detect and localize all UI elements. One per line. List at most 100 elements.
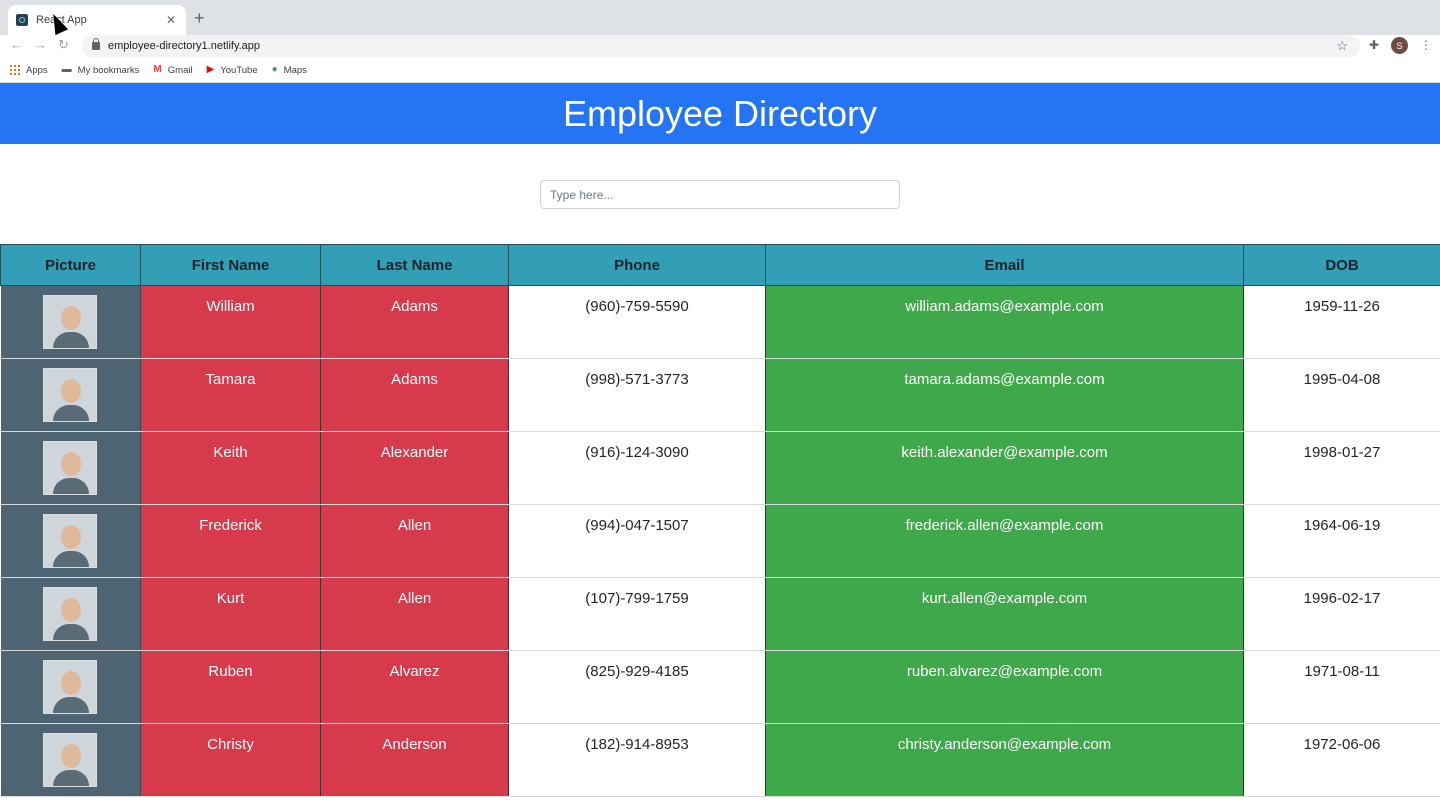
bookmark-star-icon[interactable]: ☆ (1336, 38, 1348, 54)
table-row: Keith Alexander (916)-124-3090 keith.alexan… (0, 431, 1440, 505)
phone-cell: (916)-124-3090 (508, 431, 766, 505)
phone-cell: (182)-914-8953 (508, 723, 766, 797)
new-tab-icon[interactable]: + (194, 8, 205, 28)
url-text: employee-directory1.netlify.app (108, 40, 261, 52)
phone-cell: (825)-929-4185 (508, 650, 766, 724)
employee-photo (0, 358, 141, 432)
gmail-icon: M (153, 64, 162, 75)
table-row: Frederick Allen (994)-047-1507 frederick.al… (0, 504, 1440, 578)
first-name-cell: Keith (140, 431, 321, 505)
last-name-cell: Adams (320, 358, 509, 432)
address-bar[interactable]: employee-directory1.netlify.app ☆ (82, 35, 1360, 57)
last-name-cell: Allen (320, 577, 509, 651)
avatar (43, 441, 98, 495)
employee-photo (0, 504, 141, 578)
last-name-cell: Anderson (320, 723, 509, 797)
email-cell: tamara.adams@example.com (765, 358, 1244, 432)
first-name-cell: Kurt (140, 577, 321, 651)
table-body: William Adams (960)-759-5590 william.adams@… (0, 285, 1440, 797)
bookmark-label: Maps (283, 64, 307, 76)
maps-icon: ● (271, 64, 278, 75)
table-header-row: Picture First Name Last Name Phone Email… (0, 244, 1440, 286)
dob-cell: 1972-06-06 (1243, 723, 1440, 797)
email-cell: frederick.allen@example.com (765, 504, 1244, 578)
folder-icon: ▬ (61, 64, 72, 75)
employee-photo (0, 285, 141, 359)
bookmark-label: YouTube (220, 64, 258, 76)
phone-cell: (960)-759-5590 (508, 285, 766, 359)
profile-avatar[interactable]: S (1391, 37, 1408, 54)
avatar (43, 295, 98, 349)
email-cell: christy.anderson@example.com (765, 723, 1244, 797)
search-input[interactable] (540, 180, 900, 209)
extensions-icon[interactable]: ✚ (1369, 38, 1379, 52)
bookmark-apps[interactable]: Apps (10, 65, 48, 76)
table-row: Kurt Allen (107)-799-1759 kurt.allen@exampl… (0, 577, 1440, 651)
dob-cell: 1964-06-19 (1243, 504, 1440, 578)
back-icon[interactable]: ← (10, 37, 23, 52)
first-name-cell: William (140, 285, 321, 359)
browser-toolbar: ← → ↻ employee-directory1.netlify.app ☆ (0, 35, 1440, 57)
bookmark-maps[interactable]: ● Maps (272, 65, 307, 76)
first-name-cell: Ruben (140, 650, 321, 724)
table-row: Ruben Alvarez (825)-929-4185 ruben.alvarez@… (0, 650, 1440, 724)
employee-photo (0, 577, 141, 651)
last-name-cell: Adams (320, 285, 509, 359)
email-cell: william.adams@example.com (765, 285, 1244, 359)
browser-tabstrip: React App ✕ + (0, 0, 1440, 36)
bookmarks-bar: Apps ▬ My bookmarks M Gmail ▶ YouTube ● … (0, 58, 1440, 83)
bookmark-my-bookmarks[interactable]: ▬ My bookmarks (62, 65, 140, 76)
avatar (43, 368, 98, 422)
avatar (43, 733, 98, 787)
column-header-email[interactable]: Email (765, 244, 1244, 286)
forward-icon[interactable]: → (34, 37, 47, 52)
bookmark-label: Gmail (167, 64, 193, 76)
table-row: William Adams (960)-759-5590 william.adams@… (0, 285, 1440, 359)
dob-cell: 1959-11-26 (1243, 285, 1440, 359)
browser-tab[interactable]: React App ✕ (8, 5, 186, 35)
bookmark-gmail[interactable]: M Gmail (153, 65, 192, 76)
phone-cell: (998)-571-3773 (508, 358, 766, 432)
dob-cell: 1971-08-11 (1243, 650, 1440, 724)
table-row: Christy Anderson (182)-914-8953 christy.and… (0, 723, 1440, 797)
column-header-picture[interactable]: Picture (0, 244, 141, 286)
bookmark-label: My bookmarks (77, 64, 140, 76)
first-name-cell: Christy (140, 723, 321, 797)
column-header-dob[interactable]: DOB (1243, 244, 1440, 286)
column-header-phone[interactable]: Phone (508, 244, 766, 286)
employee-photo (0, 723, 141, 797)
browser-menu-icon[interactable]: ⋮ (1420, 38, 1432, 52)
column-header-last-name[interactable]: Last Name (320, 244, 509, 286)
employee-table: Picture First Name Last Name Phone Email… (0, 244, 1440, 797)
dob-cell: 1995-04-08 (1243, 358, 1440, 432)
table-row: Tamara Adams (998)-571-3773 tamara.adams@ex… (0, 358, 1440, 432)
lock-icon (92, 38, 100, 50)
page-header: Employee Directory (0, 83, 1440, 144)
employee-photo (0, 650, 141, 724)
first-name-cell: Tamara (140, 358, 321, 432)
avatar (43, 587, 98, 641)
email-cell: kurt.allen@example.com (765, 577, 1244, 651)
bookmark-youtube[interactable]: ▶ YouTube (207, 65, 258, 76)
bookmark-label: Apps (26, 64, 48, 76)
phone-cell: (994)-047-1507 (508, 504, 766, 578)
apps-grid-icon (10, 65, 20, 75)
last-name-cell: Allen (320, 504, 509, 578)
dob-cell: 1998-01-27 (1243, 431, 1440, 505)
last-name-cell: Alvarez (320, 650, 509, 724)
page-title: Employee Directory (562, 92, 878, 134)
last-name-cell: Alexander (320, 431, 509, 505)
avatar (43, 514, 98, 568)
employee-photo (0, 431, 141, 505)
close-tab-icon[interactable]: ✕ (164, 13, 178, 27)
reload-icon[interactable]: ↻ (58, 37, 69, 53)
youtube-icon: ▶ (206, 64, 215, 75)
react-favicon-icon (16, 14, 28, 26)
email-cell: ruben.alvarez@example.com (765, 650, 1244, 724)
column-header-first-name[interactable]: First Name (140, 244, 321, 286)
avatar (43, 660, 98, 714)
email-cell: keith.alexander@example.com (765, 431, 1244, 505)
phone-cell: (107)-799-1759 (508, 577, 766, 651)
first-name-cell: Frederick (140, 504, 321, 578)
dob-cell: 1996-02-17 (1243, 577, 1440, 651)
